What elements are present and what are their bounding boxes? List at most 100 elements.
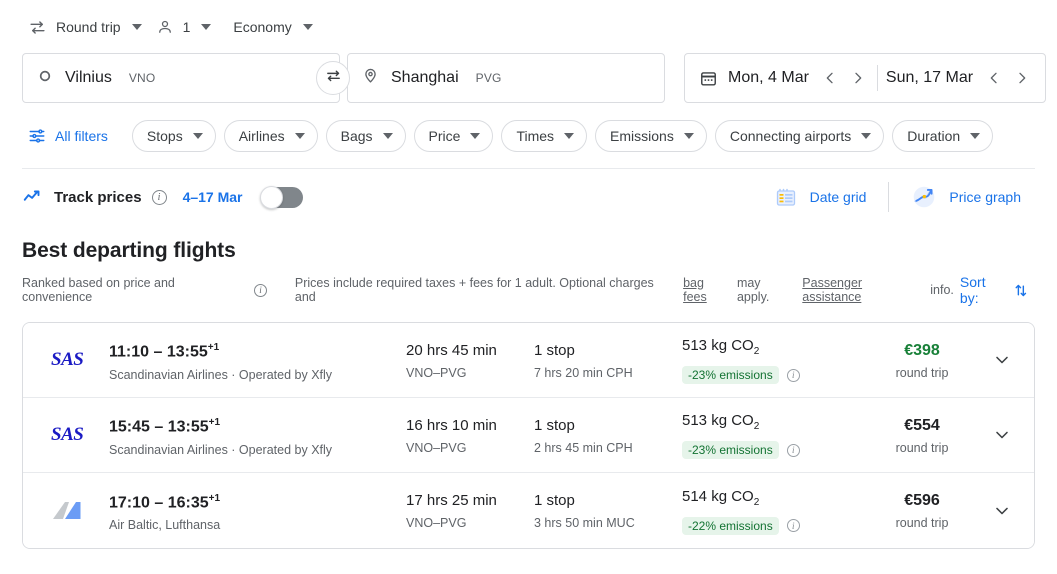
chevron-down-icon bbox=[192, 133, 203, 139]
chevron-down-icon bbox=[564, 133, 575, 139]
track-prices-date-range[interactable]: 4–17 Mar bbox=[183, 189, 243, 205]
cabin-class-selector[interactable]: Economy bbox=[227, 13, 320, 41]
info-icon[interactable]: i bbox=[786, 368, 800, 382]
track-prices-toggle[interactable] bbox=[259, 185, 303, 209]
trip-type-label: Round trip bbox=[56, 19, 121, 35]
flight-times: 17:10 – 16:35+1 bbox=[109, 489, 406, 513]
view-switch-group: Date grid Price graph bbox=[760, 176, 1035, 218]
info-icon[interactable]: i bbox=[786, 443, 800, 457]
airline-logo bbox=[41, 498, 109, 524]
status-badge: -23% emissions bbox=[682, 441, 779, 459]
swap-origin-destination-button[interactable] bbox=[316, 61, 350, 95]
expand-flight-button[interactable] bbox=[982, 340, 1022, 380]
price-box: €398 round trip bbox=[876, 341, 968, 380]
calendar-grid-icon bbox=[774, 185, 798, 209]
table-row[interactable]: SAS 11:10 – 13:55+1 Scandinavian Airline… bbox=[23, 323, 1034, 398]
chevron-down-icon bbox=[470, 133, 481, 139]
filter-chip-stops[interactable]: Stops bbox=[131, 120, 216, 152]
person-icon bbox=[156, 18, 174, 36]
info-icon[interactable]: i bbox=[786, 519, 800, 532]
airline-logo: SAS bbox=[41, 349, 109, 371]
airline-name: Air Baltic, Lufthansa bbox=[109, 518, 221, 533]
sort-by-button[interactable]: Sort by: bbox=[954, 270, 1035, 310]
filter-chip-label: Stops bbox=[146, 128, 183, 144]
status-badge: -23% emissions bbox=[682, 366, 779, 384]
flight-duration: 17 hrs 25 min bbox=[406, 492, 497, 509]
info-icon[interactable]: i bbox=[253, 283, 267, 297]
flight-route: VNO–PVG bbox=[406, 440, 467, 455]
flight-route: VNO–PVG bbox=[406, 516, 467, 530]
departure-date[interactable]: Mon, 4 Mar bbox=[718, 69, 815, 87]
stops-count: 1 stop bbox=[534, 416, 575, 434]
ranking-disclaimer: Ranked based on price and convenience i … bbox=[22, 276, 954, 304]
chevron-down-icon bbox=[992, 501, 1012, 521]
table-row[interactable]: 17:10 – 16:35+1 Air Baltic, Lufthansa 17… bbox=[23, 473, 1034, 548]
flight-times-text: 11:10 – 13:55 bbox=[109, 343, 208, 361]
co2-value: 513 kg CO bbox=[682, 412, 754, 429]
duration-cell: 16 hrs 10 min VNO–PVG bbox=[406, 416, 534, 455]
destination-input[interactable]: Shanghai PVG bbox=[347, 53, 665, 103]
chevron-down-icon bbox=[861, 133, 872, 139]
departure-next-day-button[interactable] bbox=[845, 65, 871, 91]
trip-type-selector[interactable]: Round trip bbox=[22, 12, 150, 43]
chevron-down-icon bbox=[302, 24, 313, 30]
departure-prev-day-button[interactable] bbox=[817, 65, 843, 91]
filter-chip-label: Airlines bbox=[238, 128, 285, 144]
emissions-badge-row: -23% emissions i bbox=[682, 441, 872, 459]
flight-results-list: SAS 11:10 – 13:55+1 Scandinavian Airline… bbox=[22, 322, 1035, 549]
chevron-down-icon bbox=[992, 425, 1012, 445]
origin-input[interactable]: Vilnius VNO bbox=[22, 53, 340, 103]
co2-subscript: 2 bbox=[753, 496, 760, 508]
price-type: round trip bbox=[895, 365, 949, 380]
date-grid-button[interactable]: Date grid bbox=[760, 177, 881, 217]
map-pin-icon bbox=[362, 67, 379, 89]
passenger-assistance-link[interactable]: Passenger assistance bbox=[802, 276, 924, 304]
return-next-day-button[interactable] bbox=[1009, 65, 1035, 91]
flight-times: 11:10 – 13:55+1 bbox=[109, 338, 406, 362]
price-cell: €596 round trip bbox=[872, 491, 1026, 531]
sort-arrows-icon bbox=[1012, 282, 1029, 299]
all-filters-button[interactable]: All filters bbox=[22, 120, 118, 152]
flight-times-text: 15:45 – 13:55 bbox=[109, 418, 209, 436]
table-row[interactable]: SAS 15:45 – 13:55+1 Scandinavian Airline… bbox=[23, 398, 1034, 473]
airline-name: Scandinavian Airlines · Operated by Xfly bbox=[109, 442, 333, 457]
filter-chip-emissions[interactable]: Emissions bbox=[595, 120, 707, 152]
flight-duration: 16 hrs 10 min bbox=[406, 416, 497, 434]
expand-flight-button[interactable] bbox=[982, 491, 1022, 531]
view-divider bbox=[888, 182, 890, 212]
price-amount: €398 bbox=[904, 341, 940, 359]
return-date[interactable]: Sun, 17 Mar bbox=[886, 69, 979, 87]
filter-chip-times[interactable]: Times bbox=[501, 120, 588, 152]
expand-flight-button[interactable] bbox=[982, 415, 1022, 455]
layover-detail: 7 hrs 20 min CPH bbox=[534, 365, 633, 380]
multi-airline-tail-icon bbox=[51, 498, 85, 524]
filter-chip-connecting-airports[interactable]: Connecting airports bbox=[714, 120, 885, 152]
price-box: €554 round trip bbox=[876, 416, 968, 455]
chevron-down-icon bbox=[131, 24, 142, 30]
layover-detail: 2 hrs 45 min CPH bbox=[534, 440, 633, 455]
filter-chip-bags[interactable]: Bags bbox=[325, 120, 406, 152]
track-prices-group: Track prices i 4–17 Mar bbox=[22, 185, 303, 209]
return-prev-day-button[interactable] bbox=[981, 65, 1007, 91]
price-amount: €596 bbox=[904, 492, 940, 509]
filter-chip-duration[interactable]: Duration bbox=[892, 120, 994, 152]
price-graph-button[interactable]: Price graph bbox=[897, 176, 1035, 218]
co2-subscript: 2 bbox=[753, 421, 760, 432]
origin-city: Vilnius bbox=[65, 69, 112, 86]
filter-chip-airlines[interactable]: Airlines bbox=[223, 120, 318, 152]
flight-times-text: 17:10 – 16:35 bbox=[109, 494, 209, 512]
emissions-cell: 514 kg CO2 -22% emissions i bbox=[682, 487, 872, 535]
info-icon[interactable]: i bbox=[151, 189, 167, 205]
bag-fees-link[interactable]: bag fees bbox=[683, 276, 731, 304]
date-grid-label: Date grid bbox=[809, 189, 867, 205]
stops-cell: 1 stop 3 hrs 50 min MUC bbox=[534, 491, 682, 530]
passengers-selector[interactable]: 1 bbox=[150, 12, 220, 42]
chevron-down-icon bbox=[992, 350, 1012, 370]
destination-city: Shanghai bbox=[391, 69, 459, 86]
layover-detail: 3 hrs 50 min MUC bbox=[534, 516, 635, 530]
sas-logo-icon: SAS bbox=[51, 424, 84, 445]
filter-chip-price[interactable]: Price bbox=[413, 120, 494, 152]
filter-chip-label: Emissions bbox=[610, 128, 674, 144]
calendar-icon bbox=[699, 69, 718, 88]
passengers-count-label: 1 bbox=[182, 19, 191, 35]
